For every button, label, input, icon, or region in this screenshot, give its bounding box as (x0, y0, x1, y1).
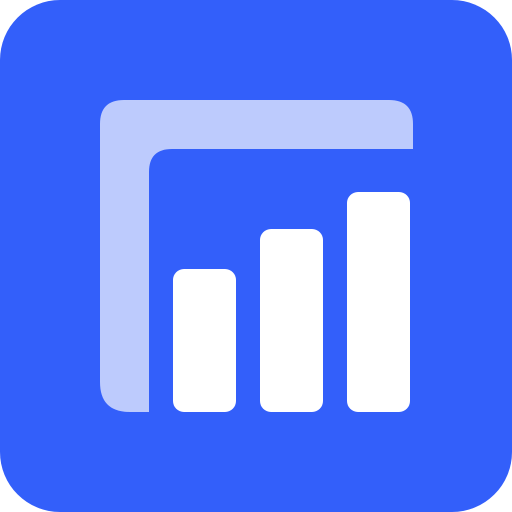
chart-bar-2 (260, 229, 323, 412)
icon-background (0, 0, 512, 512)
app-icon (0, 0, 512, 512)
bar-chart-analytics-icon (0, 0, 512, 512)
chart-bar-3 (347, 192, 410, 412)
chart-bar-1 (173, 269, 236, 412)
